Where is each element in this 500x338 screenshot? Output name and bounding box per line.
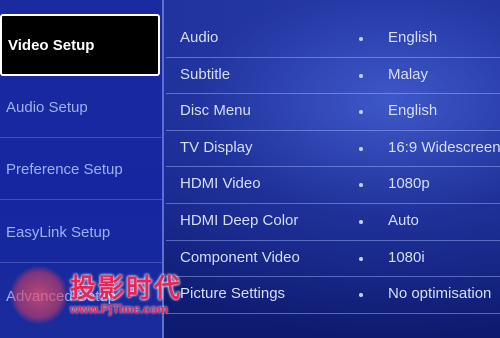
setting-label: HDMI Video	[180, 175, 261, 193]
player-setup-screen: Video Setup Audio Setup Preference Setup…	[0, 0, 500, 338]
bullet-icon	[359, 146, 363, 151]
menu-item-label: Preference Setup	[6, 161, 123, 178]
setting-value: Auto	[388, 211, 419, 229]
setting-value: No optimisation	[388, 285, 492, 303]
bullet-icon	[359, 37, 363, 41]
setting-label: Subtitle	[180, 65, 231, 83]
menu-item-audio-setup[interactable]: Audio Setup	[0, 78, 162, 138]
setting-value: Malay	[388, 65, 429, 83]
setting-value: 16:9 Widescreen	[388, 138, 500, 156]
setting-row-audio[interactable]: Audio English	[166, 21, 500, 58]
setup-category-menu: Video Setup Audio Setup Preference Setup…	[0, 0, 164, 338]
menu-item-label: Advanced Setup	[6, 287, 117, 305]
menu-item-advanced-setup[interactable]: Advanced Setup	[0, 266, 162, 326]
setting-row-hdmi-deep-color[interactable]: HDMI Deep Color Auto	[166, 204, 500, 241]
bullet-icon	[359, 73, 363, 78]
setting-label: Disc Menu	[180, 102, 251, 120]
bullet-icon	[359, 256, 363, 261]
setting-row-disc-menu[interactable]: Disc Menu English	[166, 94, 500, 131]
bullet-icon	[359, 219, 363, 224]
setting-value: English	[388, 29, 438, 46]
setting-label: Component Video	[180, 248, 300, 266]
setting-label: Picture Settings	[180, 285, 286, 303]
video-settings-list: Audio English Subtitle Malay Disc Menu E…	[166, 21, 500, 314]
setting-value: 1080p	[388, 175, 430, 193]
setting-row-subtitle[interactable]: Subtitle Malay	[166, 58, 500, 95]
menu-item-video-setup[interactable]: Video Setup	[0, 14, 160, 76]
setting-label: HDMI Deep Color	[180, 211, 299, 229]
menu-item-preference-setup[interactable]: Preference Setup	[0, 140, 162, 200]
setting-value: 1080i	[388, 248, 425, 266]
bullet-icon	[359, 293, 363, 298]
menu-item-label: Video Setup	[8, 36, 95, 54]
setting-label: Audio	[180, 29, 219, 46]
setting-value: English	[388, 102, 438, 120]
menu-item-label: Audio Setup	[6, 99, 88, 116]
bullet-icon	[359, 183, 363, 188]
setting-row-picture-settings[interactable]: Picture Settings No optimisation	[166, 277, 500, 314]
setting-row-tv-display[interactable]: TV Display 16:9 Widescreen	[166, 131, 500, 168]
menu-item-label: EasyLink Setup	[6, 224, 111, 241]
setting-label: TV Display	[180, 138, 253, 156]
setting-row-hdmi-video[interactable]: HDMI Video 1080p	[166, 167, 500, 204]
menu-item-easylink-setup[interactable]: EasyLink Setup	[0, 203, 162, 263]
setting-row-component-video[interactable]: Component Video 1080i	[166, 241, 500, 278]
bullet-icon	[359, 110, 363, 115]
